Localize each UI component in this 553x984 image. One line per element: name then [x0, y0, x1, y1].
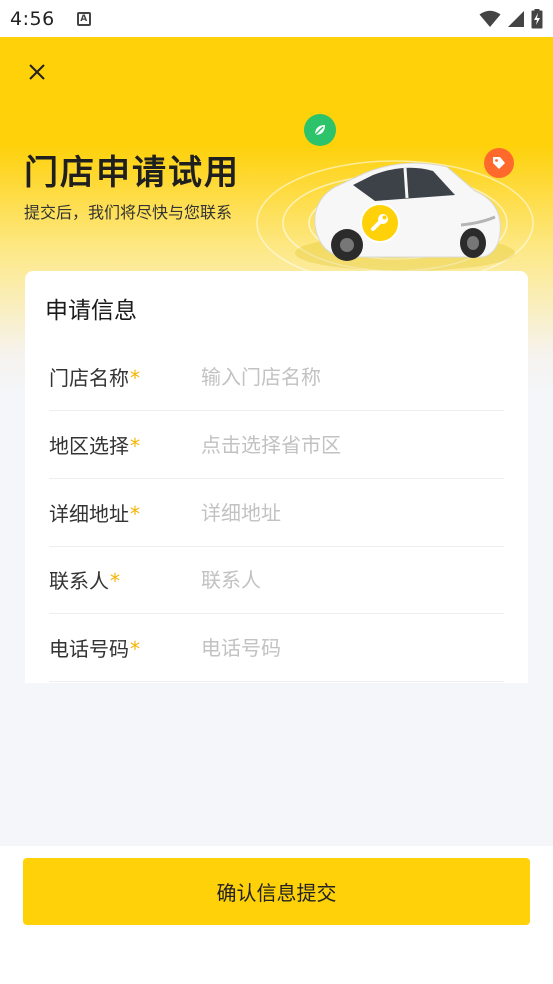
- wifi-icon: [479, 10, 501, 27]
- leaf-badge-icon: [304, 114, 336, 146]
- status-time: 4:56: [10, 7, 55, 30]
- store-name-input[interactable]: [201, 364, 504, 389]
- form-row-store-name: 门店名称*: [49, 343, 504, 411]
- status-icons: [479, 8, 543, 29]
- submit-button[interactable]: 确认信息提交: [23, 858, 530, 925]
- address-input[interactable]: [201, 500, 504, 525]
- store-name-label-text: 门店名称: [49, 366, 129, 390]
- form-title: 申请信息: [45, 298, 137, 324]
- region-label: 地区选择*: [49, 430, 201, 459]
- status-bar: 4:56 A: [0, 0, 553, 37]
- required-mark: *: [130, 434, 140, 458]
- footer-bar: 确认信息提交: [0, 846, 553, 984]
- contact-input[interactable]: [201, 567, 504, 592]
- page-subtitle: 提交后，我们将尽快与您联系: [24, 203, 233, 222]
- close-icon: [29, 64, 45, 80]
- tag-badge-icon: [484, 148, 514, 178]
- phone-label: 电话号码*: [49, 633, 201, 662]
- form-row-region[interactable]: 地区选择*: [49, 411, 504, 479]
- form-row-contact: 联系人*: [49, 546, 504, 614]
- phone-label-text: 电话号码: [49, 637, 129, 661]
- close-button[interactable]: [22, 57, 52, 87]
- wrench-badge-icon: [360, 203, 400, 243]
- battery-charging-icon: [531, 8, 543, 28]
- required-mark: *: [130, 366, 140, 390]
- form-row-address: 详细地址*: [49, 479, 504, 547]
- required-mark: *: [130, 502, 140, 526]
- address-label: 详细地址*: [49, 498, 201, 527]
- store-name-label: 门店名称*: [49, 362, 201, 391]
- page-title: 门店申请试用: [24, 153, 240, 193]
- form-row-phone: 电话号码*: [49, 614, 504, 682]
- cell-signal-icon: [508, 10, 524, 27]
- phone-input[interactable]: [201, 635, 504, 660]
- region-label-text: 地区选择: [49, 434, 129, 458]
- notification-icon: A: [76, 11, 91, 26]
- region-select-input[interactable]: [201, 432, 504, 457]
- contact-label: 联系人*: [49, 565, 201, 594]
- application-form-card: 申请信息 门店名称* 地区选择* 详细地址* 联系人* 电话号码*: [25, 271, 528, 683]
- required-mark: *: [130, 637, 140, 661]
- address-label-text: 详细地址: [49, 502, 129, 526]
- required-mark: *: [110, 569, 120, 593]
- contact-label-text: 联系人: [49, 569, 109, 593]
